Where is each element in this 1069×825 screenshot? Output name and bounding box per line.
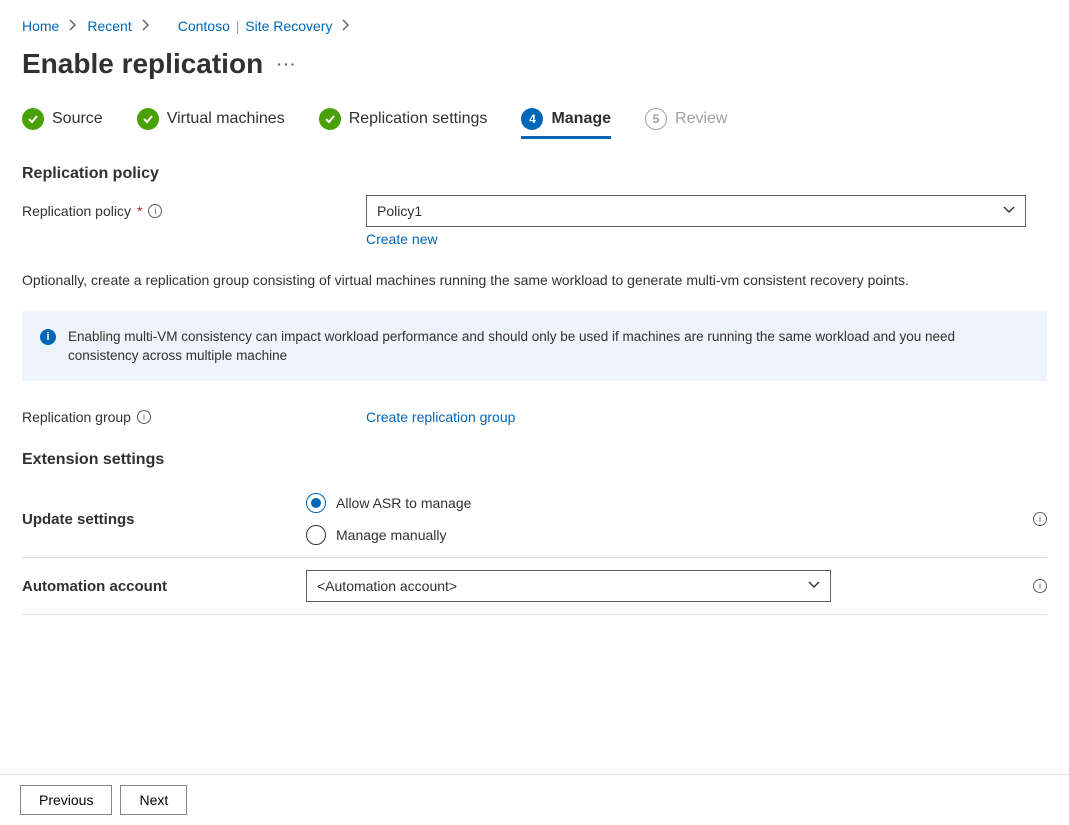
step-label: Replication settings xyxy=(349,110,488,128)
step-replication-settings[interactable]: Replication settings xyxy=(319,108,488,139)
info-icon[interactable]: i xyxy=(1033,512,1047,526)
chevron-right-icon xyxy=(140,18,152,34)
breadcrumb: Home Recent Contoso | Site Recovery xyxy=(22,18,1047,34)
step-label: Review xyxy=(675,110,727,128)
step-label: Source xyxy=(52,110,103,128)
radio-icon xyxy=(306,525,326,545)
wizard-footer: Previous Next xyxy=(0,774,1069,825)
step-source[interactable]: Source xyxy=(22,108,103,139)
info-icon[interactable]: i xyxy=(137,410,151,424)
step-virtual-machines[interactable]: Virtual machines xyxy=(137,108,285,139)
wizard-steps: Source Virtual machines Replication sett… xyxy=(22,108,1047,139)
info-icon: i xyxy=(40,329,56,345)
replication-group-description: Optionally, create a replication group c… xyxy=(22,269,1032,291)
multi-vm-callout: i Enabling multi-VM consistency can impa… xyxy=(22,311,1047,381)
section-replication-policy: Replication policy xyxy=(22,165,1047,183)
info-icon[interactable]: i xyxy=(148,204,162,218)
replication-group-label: Replication group xyxy=(22,409,131,425)
step-manage[interactable]: 4 Manage xyxy=(521,108,611,139)
step-number-icon: 5 xyxy=(645,108,667,130)
radio-icon xyxy=(306,493,326,513)
step-label: Virtual machines xyxy=(167,110,285,128)
step-review[interactable]: 5 Review xyxy=(645,108,727,139)
page-title: Enable replication ··· xyxy=(22,48,1047,80)
more-actions-button[interactable]: ··· xyxy=(277,56,297,72)
radio-label: Allow ASR to manage xyxy=(336,495,471,511)
create-new-link[interactable]: Create new xyxy=(366,231,438,247)
check-icon xyxy=(319,108,341,130)
radio-manage-manually[interactable]: Manage manually xyxy=(306,525,1017,545)
radio-allow-asr[interactable]: Allow ASR to manage xyxy=(306,493,1017,513)
section-extension-settings: Extension settings xyxy=(22,451,1047,469)
step-number-icon: 4 xyxy=(521,108,543,130)
separator-icon: | xyxy=(236,18,240,34)
required-indicator: * xyxy=(137,203,142,219)
breadcrumb-recent[interactable]: Recent xyxy=(87,18,131,34)
check-icon xyxy=(137,108,159,130)
chevron-down-icon xyxy=(1003,203,1015,219)
chevron-right-icon xyxy=(67,18,79,34)
update-settings-radio-group: Allow ASR to manage Manage manually xyxy=(306,493,1017,545)
callout-text: Enabling multi-VM consistency can impact… xyxy=(68,327,1029,365)
select-value: <Automation account> xyxy=(317,578,457,594)
breadcrumb-resource[interactable]: Contoso xyxy=(178,18,230,34)
select-value: Policy1 xyxy=(377,203,422,219)
chevron-down-icon xyxy=(808,578,820,594)
previous-button[interactable]: Previous xyxy=(20,785,112,815)
check-icon xyxy=(22,108,44,130)
breadcrumb-home[interactable]: Home xyxy=(22,18,59,34)
update-settings-row: Update settings Allow ASR to manage Mana… xyxy=(22,481,1047,558)
update-settings-label: Update settings xyxy=(22,511,306,528)
step-label: Manage xyxy=(551,110,611,128)
automation-account-select[interactable]: <Automation account> xyxy=(306,570,831,602)
create-replication-group-link[interactable]: Create replication group xyxy=(366,409,515,425)
replication-policy-label: Replication policy xyxy=(22,203,131,219)
breadcrumb-blade[interactable]: Site Recovery xyxy=(245,18,332,34)
radio-label: Manage manually xyxy=(336,527,447,543)
page-title-text: Enable replication xyxy=(22,48,263,80)
automation-account-row: Automation account <Automation account> … xyxy=(22,558,1047,615)
chevron-right-icon xyxy=(340,18,352,34)
next-button[interactable]: Next xyxy=(120,785,187,815)
info-icon[interactable]: i xyxy=(1033,579,1047,593)
automation-account-label: Automation account xyxy=(22,578,306,595)
replication-policy-select[interactable]: Policy1 xyxy=(366,195,1026,227)
